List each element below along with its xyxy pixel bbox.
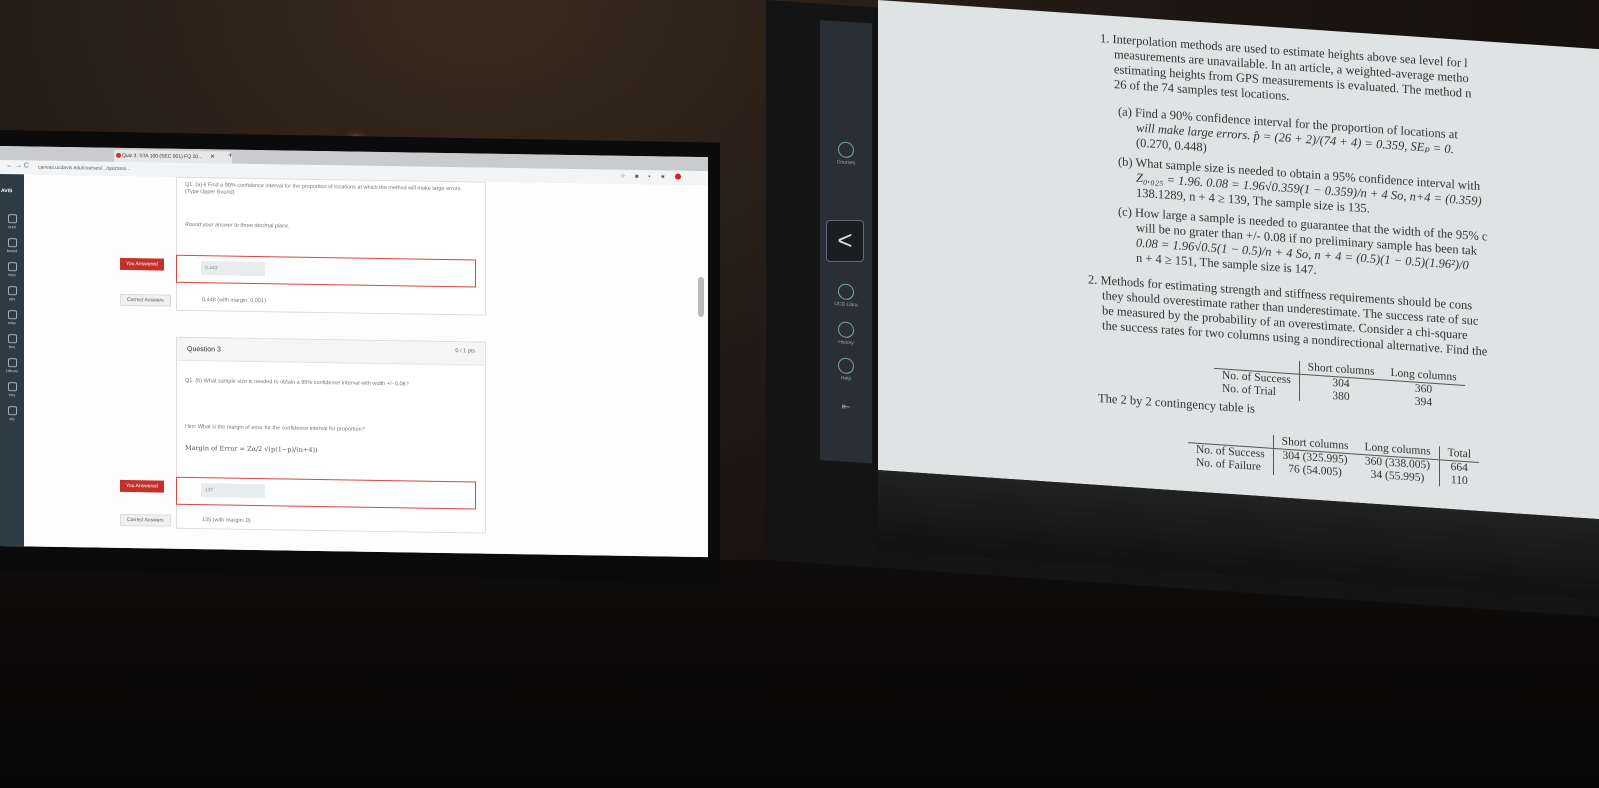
previous-page-button[interactable]: <	[826, 220, 864, 262]
sidebar-item-account[interactable]: ount	[2, 214, 22, 229]
sidebar-item-groups[interactable]: ups	[2, 286, 22, 301]
correct-answers-tag: Correct Answers	[120, 293, 171, 307]
your-answer: 0.443	[201, 261, 265, 277]
history-icon	[7, 382, 17, 392]
sidebar-item-help[interactable]: elp	[2, 406, 22, 421]
you-answered-badge: You Answered	[120, 479, 164, 493]
library-icon	[838, 283, 854, 301]
your-answer: 137	[201, 483, 265, 499]
extension-icons[interactable]: ☆ ■ ▪ ★	[620, 173, 682, 181]
question-title: Question 3	[187, 345, 221, 354]
dashboard-icon	[7, 238, 17, 248]
you-answered-badge: You Answered	[120, 257, 164, 271]
groups-icon	[7, 286, 17, 296]
viewer-item-courses[interactable]: Courses	[828, 141, 864, 167]
question-text: Q1. (b) What sample size is needed to ob…	[185, 377, 409, 388]
library-icon	[7, 358, 17, 368]
url-text[interactable]: canvas.ucdavis.edu/courses/.../quizzes/.…	[38, 165, 130, 172]
correct-answer: 135 (with margin: 0)	[202, 517, 251, 524]
answer-box-q1: 0.443	[176, 254, 476, 288]
sidebar-item-history[interactable]: tory	[2, 382, 22, 397]
table-cell: 110	[1439, 473, 1480, 489]
question-card-q1: Q1. (a)-ii Find a 90% confidence interva…	[176, 176, 486, 316]
correct-answers-tag: Correct Answers	[120, 513, 171, 527]
tab-title: Quiz 3: STA 100 (SEC 001) FQ 20...	[122, 152, 203, 161]
sidebar-item-courses[interactable]: rses	[2, 262, 22, 277]
right-monitor-screen: 1. Interpolation methods are used to est…	[878, 0, 1599, 520]
margin-of-error-formula: Margin of Error = Zα/2 √(p(1−p)/(n+4))	[185, 443, 318, 454]
contingency-table: Short columns Long columns Total No. of …	[1188, 429, 1480, 489]
inbox-icon	[7, 334, 17, 344]
new-tab-button[interactable]: +	[228, 151, 233, 160]
correct-answer: 0.448 (with margin: 0.001)	[202, 297, 266, 305]
canvas-global-nav: AVIS ount board rses ups ndar box Librar…	[0, 174, 24, 555]
viewer-item-help[interactable]: Help	[828, 357, 864, 383]
collapse-arrow-icon[interactable]: ⇤	[828, 401, 864, 414]
help-icon	[838, 357, 854, 375]
answer-box-q3: 137	[176, 476, 476, 510]
help-icon	[7, 406, 17, 416]
account-icon	[7, 214, 17, 224]
viewer-item-library[interactable]: UCD Libra	[828, 283, 864, 309]
left-monitor-screen: Quiz 3: STA 100 (SEC 001) FQ 20... ✕ + ←…	[0, 146, 708, 558]
question-header: Question 3 0 / 1 pts	[177, 337, 485, 366]
sidebar-item-library[interactable]: Library	[2, 358, 22, 373]
question-text: Q1. (a)-ii Find a 90% confidence interva…	[185, 181, 462, 196]
sidebar-item-inbox[interactable]: box	[2, 334, 22, 349]
tab-close-icon[interactable]: ✕	[210, 151, 215, 163]
favicon-icon	[116, 152, 121, 158]
calendar-icon	[7, 310, 17, 320]
courses-icon	[838, 141, 854, 159]
canvas-logo[interactable]: AVIS	[1, 188, 12, 194]
history-icon	[838, 321, 854, 339]
question-hint: Hint: What is the margin of error for th…	[185, 423, 365, 433]
back-forward-icon[interactable]: ← → C	[6, 162, 29, 169]
question-points: 0 / 1 pts	[455, 348, 475, 355]
sidebar-item-calendar[interactable]: ndar	[2, 310, 22, 325]
question-instruction: Round your answer to three decimal place…	[185, 221, 290, 230]
viewer-item-history[interactable]: History	[828, 321, 864, 347]
quiz-content: Q1. (a)-ii Find a 90% confidence interva…	[24, 174, 708, 558]
page-scrollbar[interactable]	[698, 276, 704, 318]
profile-icon[interactable]	[675, 174, 682, 181]
courses-icon	[7, 262, 17, 272]
sidebar-item-dashboard[interactable]: board	[2, 238, 22, 253]
